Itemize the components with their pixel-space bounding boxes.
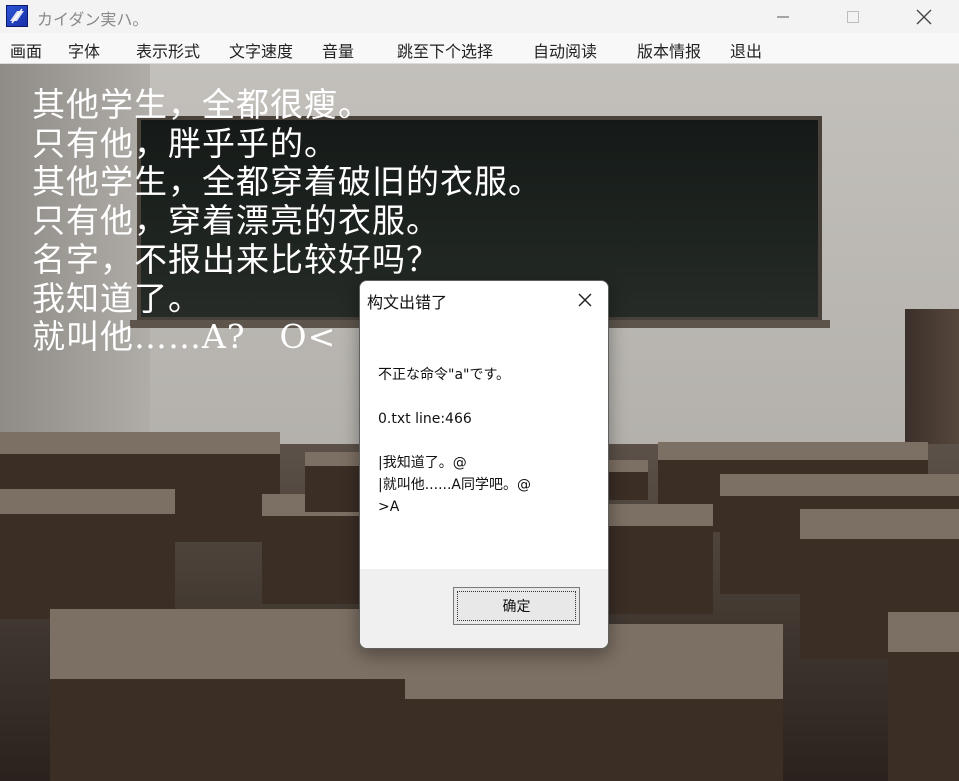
desk — [608, 504, 713, 614]
dialog-footer: 确定 — [360, 569, 608, 648]
menu-font[interactable]: 字体 — [68, 38, 100, 62]
menu-skip-to-next-choice[interactable]: 跳至下个选择 — [397, 38, 493, 62]
maximize-button[interactable] — [830, 0, 876, 33]
app-icon — [6, 5, 28, 27]
menu-text-speed[interactable]: 文字速度 — [229, 38, 293, 62]
close-window-button[interactable] — [901, 0, 947, 33]
syntax-error-dialog: 构文出错了 不正な命令"a"です。 0.txt line:466 |我知道了。@… — [359, 280, 609, 649]
dialog-title: 构文出错了 — [367, 293, 448, 312]
maximize-icon — [847, 10, 859, 23]
narration-line: 其他学生，全都很瘦。 — [32, 85, 372, 124]
menu-volume[interactable]: 音量 — [322, 38, 354, 62]
ok-button[interactable]: 确定 — [453, 587, 580, 625]
title-bar: カイダン実ハ。 — [0, 0, 959, 33]
desk — [608, 460, 648, 500]
desk — [888, 612, 959, 781]
menu-exit[interactable]: 退出 — [730, 38, 762, 62]
dialog-close-button[interactable] — [562, 281, 608, 318]
desk — [305, 452, 365, 512]
error-source-line: |我知道了。@ — [378, 455, 467, 471]
narration-line: 只有他，胖乎乎的。 — [32, 123, 338, 163]
narration-line: 只有他，穿着漂亮的衣服。 — [32, 201, 440, 241]
menu-auto-read[interactable]: 自动阅读 — [533, 38, 597, 62]
dialog-message: 不正な命令"a"です。 0.txt line:466 |我知道了。@ |就叫他.… — [378, 364, 593, 518]
narration-line: 名字，不报出来比较好吗？ — [32, 239, 440, 279]
minimize-button[interactable] — [760, 0, 806, 33]
close-icon — [578, 293, 592, 306]
error-source-line: |就叫他......A同学吧。@ — [378, 477, 531, 493]
menu-version-info[interactable]: 版本情报 — [637, 38, 701, 62]
window-title: カイダン実ハ。 — [37, 10, 149, 29]
menu-display-format[interactable]: 表示形式 — [136, 38, 200, 62]
minimize-icon — [777, 16, 789, 17]
narration-line: 其他学生，全都穿着破旧的衣服。 — [32, 162, 542, 202]
close-icon — [916, 9, 932, 24]
menu-screen[interactable]: 画面 — [10, 38, 42, 62]
menu-bar: 画面 字体 表示形式 文字速度 音量 跳至下个选择 自动阅读 版本情报 退出 — [0, 33, 959, 64]
error-message: 不正な命令"a"です。 — [378, 367, 511, 383]
error-location: 0.txt line:466 — [378, 411, 472, 427]
error-source-line: >A — [378, 499, 400, 515]
dialog-title-bar: 构文出错了 — [360, 281, 608, 318]
desk — [0, 489, 175, 619]
